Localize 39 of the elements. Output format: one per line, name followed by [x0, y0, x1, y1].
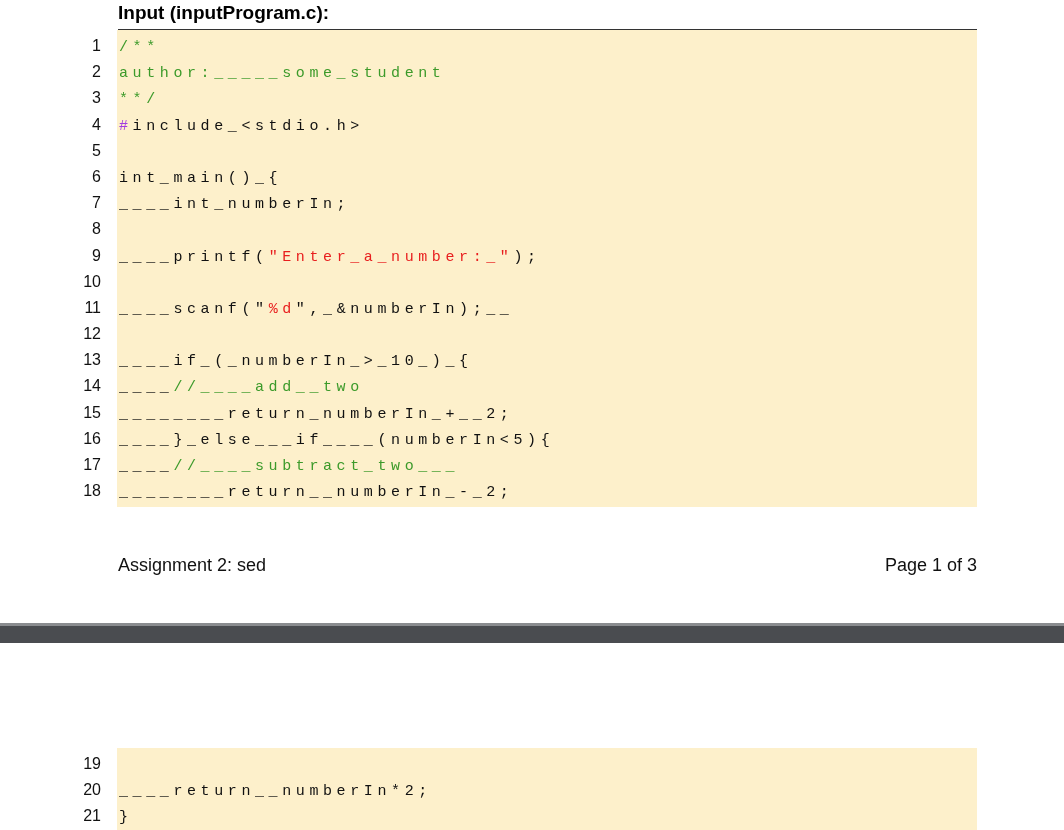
line-number: 1 — [91, 36, 101, 56]
line-number: 21 — [82, 806, 101, 827]
footer-title: Assignment 2: sed — [118, 555, 267, 577]
line-number: 15 — [82, 402, 101, 423]
line-number: 11 — [83, 297, 101, 318]
line-number: 7 — [91, 193, 101, 214]
line-number: 5 — [91, 140, 101, 161]
code-line: /** — [119, 39, 160, 56]
code-line: ____scanf("%d",_&numberIn);__ — [119, 300, 514, 318]
code-line: int_main()_{ — [119, 169, 283, 187]
code-line: **/ — [119, 91, 160, 109]
code-line: ____}_else___if____(numberIn<5){ — [119, 431, 555, 449]
code-line: #include_<stdio.h> — [119, 117, 364, 135]
code-line: author:_____some_student — [119, 65, 446, 83]
line-number: 10 — [82, 271, 101, 292]
line-number: 6 — [91, 166, 101, 187]
code-line: ____return__numberIn*2; — [119, 783, 432, 801]
code-line: ________return__numberIn_-_2; — [119, 484, 514, 502]
code-line: } — [119, 809, 133, 827]
line-number: 9 — [91, 245, 101, 266]
page-number: Page 1 of 3 — [884, 555, 977, 577]
code-line: ____printf("Enter_a_number:_"); — [119, 248, 541, 266]
line-number: 19 — [82, 754, 101, 774]
code-line: ____//____add__two — [119, 379, 364, 397]
line-number: 2 — [91, 62, 101, 83]
code-line: ____if_(_numberIn_>_10_)_{ — [119, 353, 473, 371]
line-number: 14 — [82, 376, 101, 397]
line-number: 12 — [82, 324, 101, 345]
line-number: 20 — [82, 780, 101, 801]
code-line: ________return_numberIn_+__2; — [119, 405, 514, 423]
code-line: ____int_numberIn; — [119, 196, 351, 214]
code-line: ____//____subtract_two___ — [119, 458, 460, 475]
line-number: 4 — [91, 114, 101, 135]
line-number: 13 — [82, 350, 101, 371]
line-number: 18 — [82, 481, 101, 502]
line-number: 8 — [91, 219, 101, 240]
line-number: 3 — [91, 88, 101, 109]
line-number: 17 — [82, 455, 101, 475]
line-number: 16 — [82, 428, 101, 449]
